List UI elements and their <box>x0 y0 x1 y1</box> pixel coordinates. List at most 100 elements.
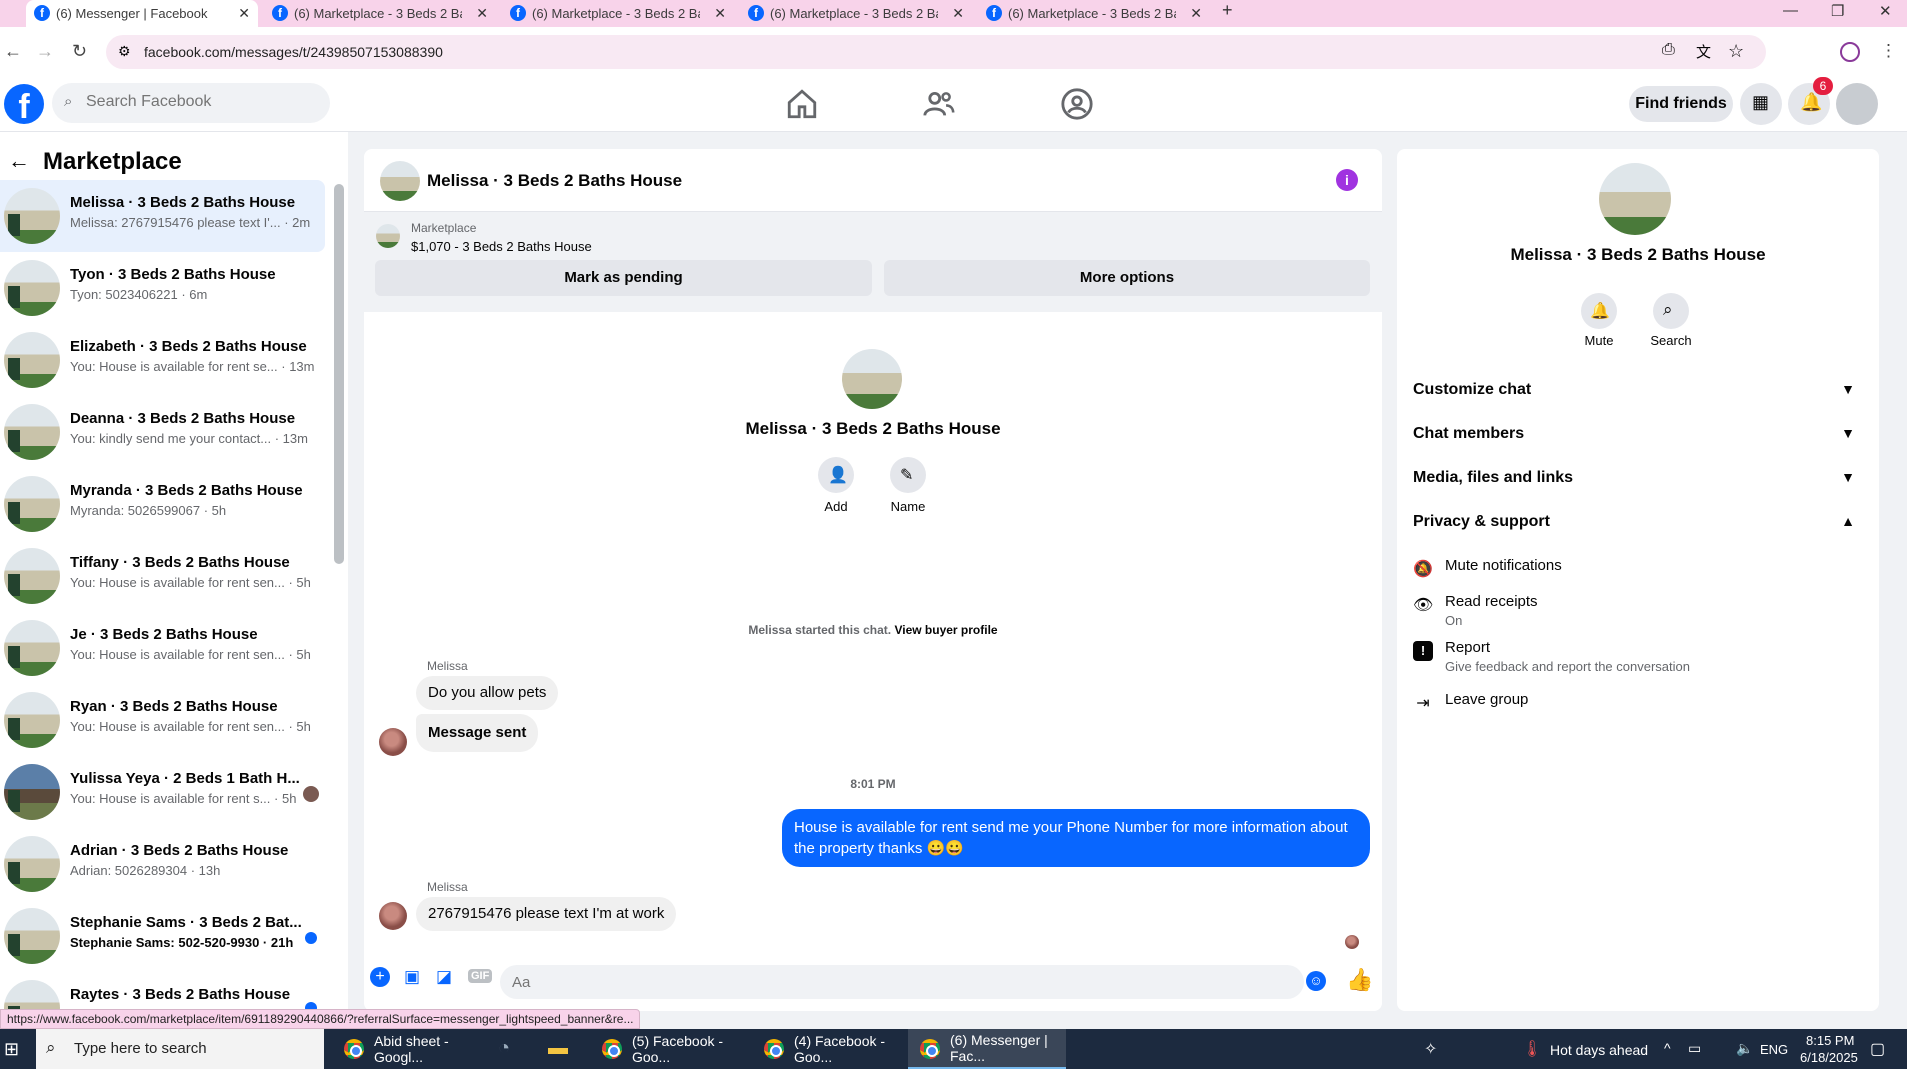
mute-button[interactable]: 🔔 <box>1581 293 1617 329</box>
message-bubble[interactable]: Message sent <box>416 714 539 752</box>
chat-title[interactable]: Melissa · 3 Beds 2 Baths House <box>427 171 682 191</box>
clock-date[interactable]: 6/18/2025 <box>1800 1050 1858 1065</box>
browser-menu-icon[interactable]: ⋮ <box>1880 41 1897 61</box>
message-input[interactable] <box>500 965 1304 999</box>
thumbs-up-icon[interactable]: 👍 <box>1346 967 1373 993</box>
conversation-item[interactable]: Tiffany · 3 Beds 2 Baths House You: Hous… <box>0 540 325 612</box>
account-avatar[interactable] <box>1836 83 1878 125</box>
windows-start-icon[interactable]: ⊞ <box>4 1039 19 1060</box>
tab-marketplace-2[interactable]: f (6) Marketplace - 3 Beds 2 Bath ✕ <box>502 0 734 27</box>
profile-icon[interactable] <box>1840 42 1860 62</box>
conversation-item[interactable]: Myranda · 3 Beds 2 Baths House Myranda: … <box>0 468 325 540</box>
conversation-item[interactable]: Elizabeth · 3 Beds 2 Baths House You: Ho… <box>0 324 325 396</box>
menu-button[interactable]: ▦ <box>1740 83 1782 125</box>
clock-time[interactable]: 8:15 PM <box>1806 1033 1854 1048</box>
chat-members-section[interactable]: Chat members ▼ <box>1413 425 1863 443</box>
groups-icon[interactable] <box>1060 87 1094 121</box>
conversation-item[interactable]: Je · 3 Beds 2 Baths House You: House is … <box>0 612 325 684</box>
close-tab-icon[interactable]: ✕ <box>714 5 726 22</box>
photo-icon[interactable]: ▣ <box>404 967 420 987</box>
close-tab-icon[interactable]: ✕ <box>952 5 964 22</box>
plus-icon[interactable]: + <box>370 967 390 987</box>
outgoing-message-bubble[interactable]: House is available for rent send me your… <box>782 809 1370 867</box>
file-explorer-icon[interactable]: ▬ <box>548 1037 568 1060</box>
taskbar-search[interactable]: ⌕ Type here to search <box>36 1029 324 1069</box>
sender-avatar[interactable] <box>379 728 407 756</box>
close-tab-icon[interactable]: ✕ <box>238 5 250 22</box>
conversation-item[interactable]: Deanna · 3 Beds 2 Baths House You: kindl… <box>0 396 325 468</box>
facebook-logo-icon[interactable]: f <box>4 84 44 126</box>
friends-icon[interactable] <box>922 87 956 121</box>
url-field[interactable]: ⚙ facebook.com/messages/t/24398507153088… <box>106 35 1766 69</box>
read-receipts-item[interactable]: 👁 Read receipts On <box>1413 593 1863 633</box>
privacy-support-section[interactable]: Privacy & support ▲ <box>1413 513 1863 531</box>
translate-icon[interactable]: 文 <box>1696 41 1711 62</box>
facebook-search[interactable]: ⌕ <box>52 83 330 123</box>
mark-as-pending-button[interactable]: Mark as pending <box>375 260 872 296</box>
gif-icon[interactable]: GIF <box>468 969 493 983</box>
message-bubble[interactable]: Do you allow pets <box>416 676 559 710</box>
conversation-item[interactable]: Melissa · 3 Beds 2 Baths House Melissa: … <box>0 180 325 252</box>
taskbar-app-active[interactable]: (6) Messenger | Fac... <box>908 1029 1066 1069</box>
edit-name-button[interactable]: ✎ <box>890 457 926 493</box>
notification-center-icon[interactable]: ▢ <box>1870 1039 1885 1059</box>
info-icon[interactable]: i <box>1336 169 1358 191</box>
tab-messenger[interactable]: f (6) Messenger | Facebook ✕ <box>26 0 258 27</box>
conversation-item[interactable]: Adrian · 3 Beds 2 Baths House Adrian: 50… <box>0 828 325 900</box>
app-icon[interactable]: ◔ <box>498 1037 510 1060</box>
chevron-down-icon: ▼ <box>1841 425 1855 441</box>
view-buyer-profile-link[interactable]: View buyer profile <box>894 623 997 637</box>
close-tab-icon[interactable]: ✕ <box>1190 5 1202 22</box>
tab-marketplace-3[interactable]: f (6) Marketplace - 3 Beds 2 Bath ✕ <box>740 0 972 27</box>
bookmark-star-icon[interactable]: ☆ <box>1728 41 1744 62</box>
details-avatar[interactable] <box>1599 163 1671 235</box>
conversation-item[interactable]: Ryan · 3 Beds 2 Baths House You: House i… <box>0 684 325 756</box>
profile-avatar[interactable] <box>842 349 902 409</box>
conversation-item[interactable]: Tyon · 3 Beds 2 Baths House Tyon: 502340… <box>0 252 325 324</box>
message-bubble[interactable]: 2767915476 please text I'm at work <box>416 897 677 931</box>
listing-title[interactable]: $1,070 - 3 Beds 2 Baths House <box>411 239 592 254</box>
close-tab-icon[interactable]: ✕ <box>476 5 488 22</box>
report-item[interactable]: ! Report Give feedback and report the co… <box>1413 639 1863 679</box>
site-info-icon[interactable]: ⚙ <box>118 43 131 60</box>
network-icon[interactable]: ▭ <box>1688 1040 1701 1057</box>
customize-chat-section[interactable]: Customize chat ▼ <box>1413 381 1863 399</box>
house-avatar <box>4 188 60 244</box>
tray-chevron-icon[interactable]: ^ <box>1664 1040 1671 1056</box>
sender-avatar[interactable] <box>379 902 407 930</box>
conversation-item[interactable]: Stephanie Sams · 3 Beds 2 Bat... Stephan… <box>0 900 325 972</box>
restore-icon[interactable]: ❐ <box>1831 2 1844 20</box>
copilot-icon[interactable]: ✧ <box>1424 1039 1437 1059</box>
back-arrow-icon[interactable]: ← <box>8 148 30 174</box>
reload-icon[interactable]: ↻ <box>72 41 87 62</box>
search-chat-button[interactable]: ⌕ <box>1653 293 1689 329</box>
weather-text[interactable]: Hot days ahead <box>1550 1042 1648 1058</box>
language-indicator[interactable]: ENG <box>1760 1042 1788 1057</box>
taskbar-app[interactable]: Abid sheet - Googl... <box>332 1029 484 1069</box>
sticker-icon[interactable]: ◪ <box>436 967 452 987</box>
leave-group-item[interactable]: ⇥ Leave group <box>1413 691 1863 715</box>
back-icon[interactable]: ← <box>4 41 22 62</box>
install-app-icon[interactable]: ⎙ <box>1662 41 1675 59</box>
tab-marketplace-1[interactable]: f (6) Marketplace - 3 Beds 2 Bath ✕ <box>264 0 496 27</box>
search-input[interactable] <box>86 93 316 111</box>
taskbar-app[interactable]: (4) Facebook - Goo... <box>752 1029 904 1069</box>
emoji-icon[interactable]: ☺ <box>1306 971 1326 991</box>
minimize-icon[interactable]: — <box>1783 2 1798 19</box>
taskbar-app[interactable]: (5) Facebook - Goo... <box>590 1029 746 1069</box>
mute-notifications-item[interactable]: 🔕 Mute notifications <box>1413 557 1863 581</box>
new-tab-icon[interactable]: + <box>1222 0 1233 21</box>
scrollbar[interactable] <box>334 184 344 564</box>
media-files-links-section[interactable]: Media, files and links ▼ <box>1413 469 1863 487</box>
add-person-button[interactable]: 👤 <box>818 457 854 493</box>
more-options-button[interactable]: More options <box>884 260 1370 296</box>
close-window-icon[interactable]: ✕ <box>1879 2 1892 20</box>
listing-thumbnail[interactable] <box>376 224 400 248</box>
forward-icon[interactable]: → <box>36 41 54 62</box>
home-icon[interactable] <box>785 87 819 121</box>
tab-marketplace-4[interactable]: f (6) Marketplace - 3 Beds 2 Bath ✕ <box>978 0 1210 27</box>
chat-avatar[interactable] <box>380 161 420 201</box>
volume-icon[interactable]: 🔈 <box>1736 1040 1753 1057</box>
find-friends-button[interactable]: Find friends <box>1629 86 1733 122</box>
conversation-item[interactable]: Yulissa Yeya · 2 Beds 1 Bath H... You: H… <box>0 756 325 828</box>
